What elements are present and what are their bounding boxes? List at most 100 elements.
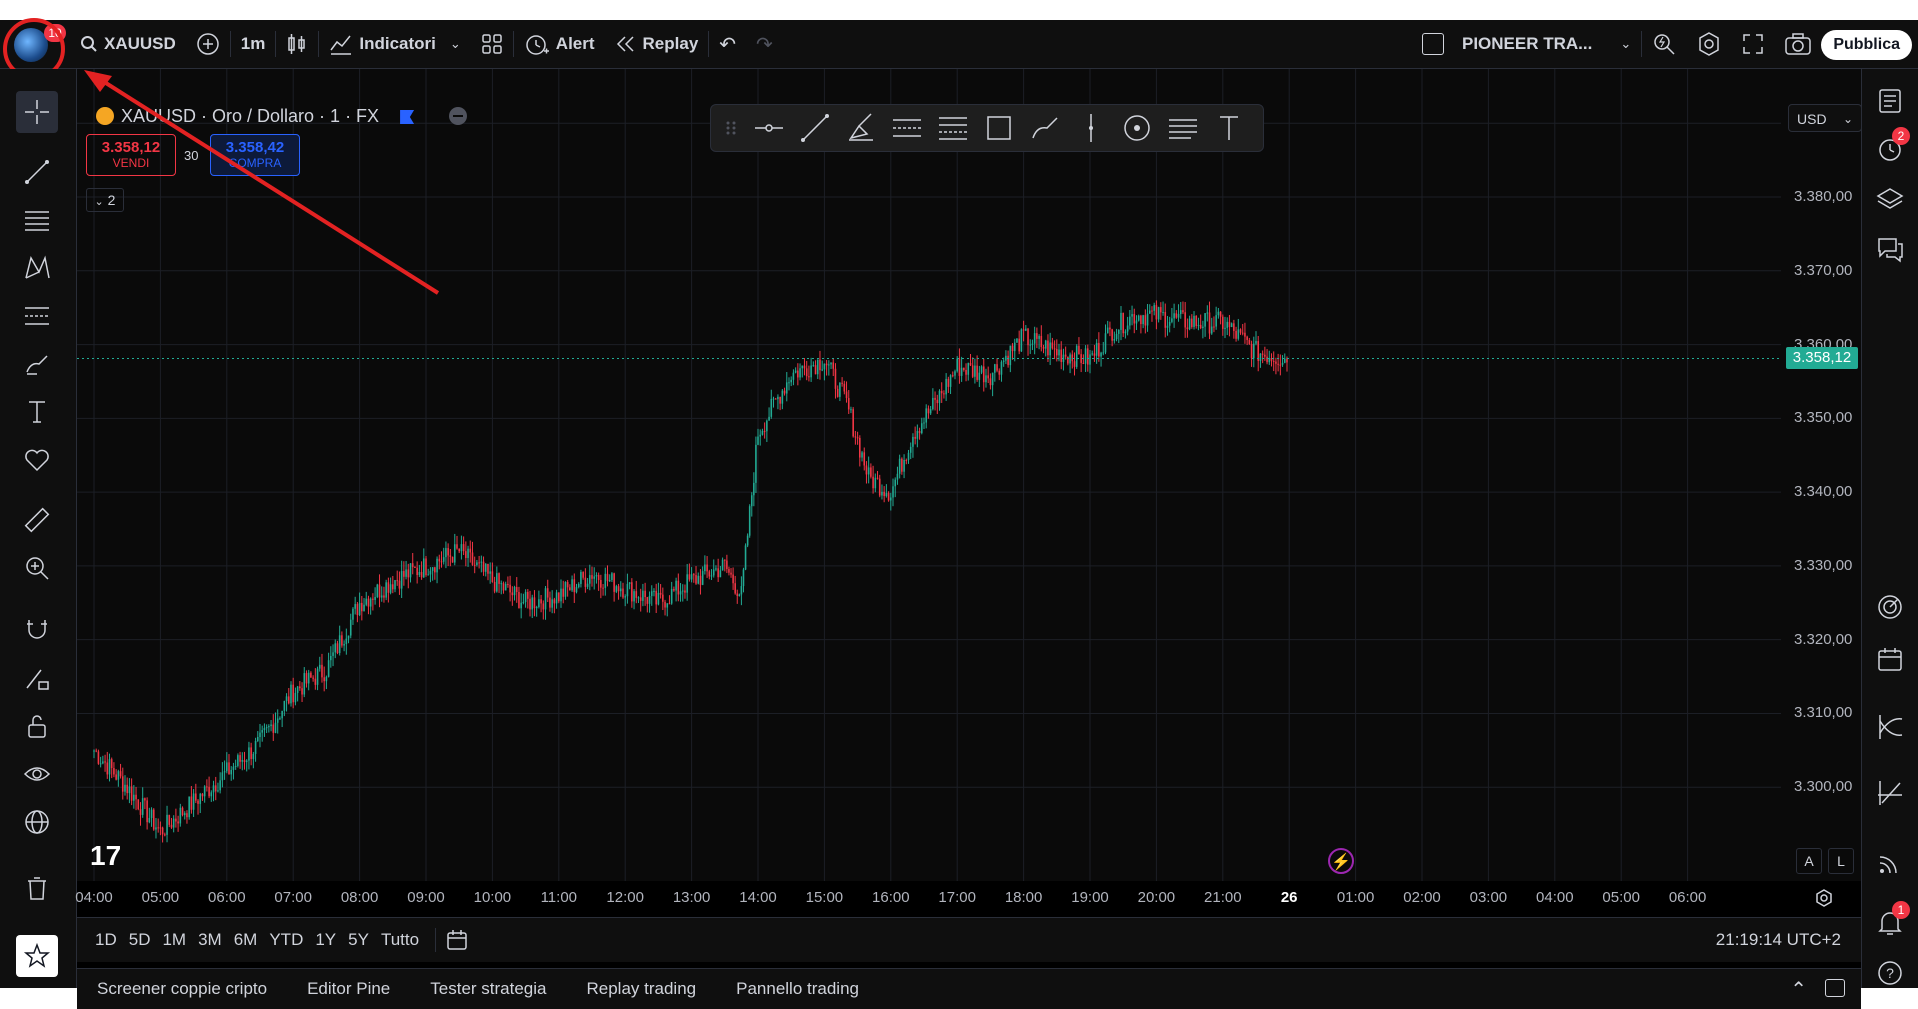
- candle-body: [1281, 362, 1284, 365]
- go-to-date-icon[interactable]: [446, 928, 470, 952]
- crosshair-tool[interactable]: [16, 91, 58, 133]
- parallel-channel-icon[interactable]: [891, 112, 923, 144]
- objects-tree-tool[interactable]: [16, 801, 58, 843]
- symbol-search-button[interactable]: XAUUSD: [70, 20, 186, 68]
- compare-symbol-button[interactable]: [186, 20, 230, 68]
- trend-line-tool[interactable]: [16, 151, 58, 193]
- horizontal-ray-icon[interactable]: [753, 112, 785, 144]
- vertical-line-icon[interactable]: [1075, 112, 1107, 144]
- fib-tool[interactable]: [16, 199, 58, 241]
- candle-body: [496, 573, 498, 592]
- text-tool[interactable]: [16, 391, 58, 433]
- hide-drawings-tool[interactable]: [16, 753, 58, 795]
- flash-event-icon[interactable]: ⚡: [1328, 848, 1354, 874]
- range-button-5y[interactable]: 5Y: [342, 930, 375, 950]
- calendar-button[interactable]: [1872, 641, 1908, 677]
- text-lines-icon[interactable]: [1167, 112, 1199, 144]
- zoom-tool[interactable]: [16, 547, 58, 589]
- candle-body: [1193, 315, 1195, 327]
- log-scale-button[interactable]: L: [1828, 848, 1854, 874]
- interval-button[interactable]: 1m: [231, 20, 276, 68]
- panel-tab-4[interactable]: Pannello trading: [716, 979, 879, 999]
- watchlist-favorites-button[interactable]: [16, 935, 58, 977]
- icon-tool[interactable]: [16, 439, 58, 481]
- range-button-1d[interactable]: 1D: [89, 930, 123, 950]
- buy-button[interactable]: 3.358,42 COMPRA: [210, 134, 300, 176]
- help-button[interactable]: ?: [1872, 955, 1908, 991]
- replay-button[interactable]: Replay: [605, 20, 709, 68]
- time-axis-settings-button[interactable]: [1814, 888, 1834, 908]
- redo-button[interactable]: ↷: [746, 20, 783, 68]
- indicators-button[interactable]: Indicatori ⌄: [319, 20, 470, 68]
- brush-icon[interactable]: [1029, 112, 1061, 144]
- strategy-button[interactable]: [1872, 775, 1908, 811]
- hide-legend-button[interactable]: [449, 107, 468, 125]
- range-button-5d[interactable]: 5D: [123, 930, 157, 950]
- drag-handle-icon[interactable]: [715, 112, 747, 144]
- currency-selector[interactable]: USD ⌄: [1788, 104, 1862, 132]
- snapshot-button[interactable]: [1774, 20, 1822, 68]
- candle-body: [192, 793, 195, 810]
- undo-button[interactable]: ↶: [709, 20, 746, 68]
- rectangle-icon[interactable]: [983, 112, 1015, 144]
- candle-body: [794, 370, 797, 373]
- remove-drawings-tool[interactable]: [16, 867, 58, 909]
- candle-body: [1029, 344, 1032, 346]
- candle-body: [998, 370, 1001, 375]
- range-button-1y[interactable]: 1Y: [309, 930, 342, 950]
- candle-body: [181, 807, 184, 816]
- price-series[interactable]: [77, 69, 1781, 881]
- alerts-button[interactable]: 2: [1872, 127, 1910, 167]
- layouts-button[interactable]: [471, 20, 513, 68]
- data-window-button[interactable]: [1872, 181, 1908, 217]
- panel-tab-1[interactable]: Editor Pine: [287, 979, 410, 999]
- maximize-panel-icon[interactable]: [1825, 979, 1845, 997]
- chart-type-button[interactable]: [276, 20, 318, 68]
- symbol-legend[interactable]: XAUUSD · Oro / Dollaro · 1 · FX: [96, 106, 468, 127]
- range-button-6m[interactable]: 6M: [228, 930, 264, 950]
- indicators-collapse-button[interactable]: ⌄ 2: [86, 188, 124, 212]
- price-range-icon[interactable]: [1121, 112, 1153, 144]
- price-tick-label: 3.330,00: [1794, 556, 1853, 574]
- clock-timezone[interactable]: 21:19:14 UTC+2: [1716, 930, 1841, 950]
- watchlist-button[interactable]: [1872, 83, 1908, 119]
- chevron-up-icon[interactable]: ⌃: [1790, 977, 1807, 1002]
- layout-menu-button[interactable]: PIONEER TRA... ⌄: [1412, 20, 1641, 68]
- pattern-tool[interactable]: [16, 247, 58, 289]
- chats-button[interactable]: [1872, 231, 1908, 267]
- quick-search-button[interactable]: [1642, 20, 1686, 68]
- publish-button[interactable]: Pubblica: [1821, 30, 1912, 60]
- signals-button[interactable]: [1872, 845, 1908, 881]
- auto-scale-button[interactable]: A: [1796, 848, 1822, 874]
- sell-button[interactable]: 3.358,12 VENDI: [86, 134, 176, 176]
- settings-button[interactable]: [1686, 20, 1732, 68]
- range-button-1m[interactable]: 1M: [156, 930, 192, 950]
- range-button-3m[interactable]: 3M: [192, 930, 228, 950]
- alert-button[interactable]: Alert: [514, 20, 605, 68]
- ideas-button[interactable]: [1872, 589, 1908, 625]
- brush-tool[interactable]: [16, 343, 58, 385]
- lock-drawings-tool[interactable]: [16, 705, 58, 747]
- trend-line-icon[interactable]: [799, 112, 831, 144]
- forecast-tool[interactable]: [16, 295, 58, 337]
- panel-tab-3[interactable]: Replay trading: [567, 979, 717, 999]
- chart-pane[interactable]: [77, 69, 1861, 881]
- panel-tab-2[interactable]: Tester strategia: [410, 979, 566, 999]
- candle-body: [294, 692, 297, 703]
- options-button[interactable]: [1872, 709, 1908, 745]
- candle-body: [287, 696, 290, 704]
- candle-body: [978, 372, 981, 380]
- candle-body: [367, 598, 370, 607]
- magnet-tool[interactable]: [16, 609, 58, 651]
- highlighter-icon[interactable]: [845, 112, 877, 144]
- text-icon[interactable]: [1213, 112, 1245, 144]
- range-button-ytd[interactable]: YTD: [263, 930, 309, 950]
- stay-in-drawing-tool[interactable]: [16, 657, 58, 699]
- range-button-tutto[interactable]: Tutto: [375, 930, 425, 950]
- fullscreen-button[interactable]: [1732, 20, 1774, 68]
- panel-tab-0[interactable]: Screener coppie cripto: [77, 979, 287, 999]
- notifications-button[interactable]: 1: [1872, 901, 1910, 941]
- measure-tool[interactable]: [16, 499, 58, 541]
- fib-retracement-icon[interactable]: [937, 112, 969, 144]
- candle-body: [449, 555, 452, 557]
